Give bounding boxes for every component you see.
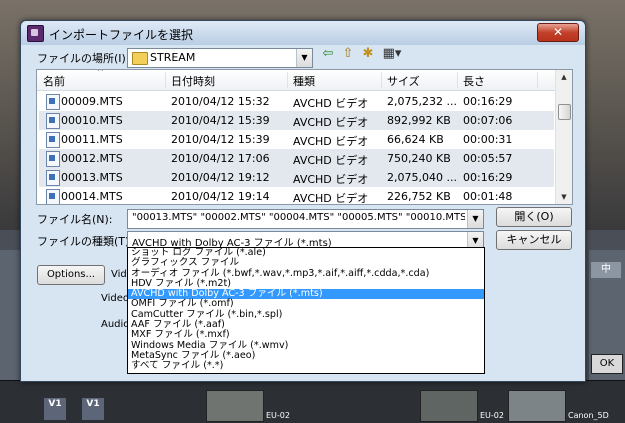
filename-label: ファイル名(N): <box>37 213 113 226</box>
video-file-icon <box>46 151 60 167</box>
column-header-date[interactable]: 日付時刻 <box>171 73 215 89</box>
vertical-scrollbar[interactable]: ▲ ▼ <box>555 70 572 204</box>
video-file-icon <box>46 189 60 204</box>
file-length: 00:00:31 <box>463 133 513 146</box>
file-size: 892,992 KB <box>387 114 451 127</box>
column-divider <box>537 72 538 88</box>
file-type: AVCHD ビデオ <box>293 154 369 167</box>
file-length: 00:16:29 <box>463 171 513 184</box>
timeline-clip-thumbnail[interactable] <box>420 390 478 422</box>
folder-icon <box>132 52 148 65</box>
file-type: AVCHD ビデオ <box>293 135 369 148</box>
filetype-option[interactable]: すべて ファイル (*.*) <box>128 360 484 371</box>
file-size: 2,075,040 ... <box>387 171 457 184</box>
file-size: 226,752 KB <box>387 190 451 203</box>
timeline-clip-thumbnail[interactable] <box>508 390 566 422</box>
table-row[interactable]: 00011.MTS 2010/04/12 15:39 AVCHD ビデオ 66,624… <box>39 130 554 149</box>
filename-value: "00013.MTS" "00002.MTS" "00004.MTS" "000… <box>132 212 465 223</box>
back-icon[interactable]: ⇦ <box>319 46 337 62</box>
scroll-up-icon[interactable]: ▲ <box>556 70 572 84</box>
file-length: 00:05:57 <box>463 152 513 165</box>
video-file-icon <box>46 113 60 129</box>
table-row[interactable]: 00009.MTS 2010/04/12 15:32 AVCHD ビデオ 2,075,… <box>39 92 554 111</box>
timeline-clip-thumbnail[interactable] <box>206 390 264 422</box>
title-bar[interactable]: インポートファイルを選択 ✕ <box>21 21 585 45</box>
file-size: 66,624 KB <box>387 133 444 146</box>
video-label-partial: Video <box>101 293 130 304</box>
file-name: 00013.MTS <box>61 171 123 184</box>
file-length: 00:01:48 <box>463 190 513 203</box>
column-divider <box>457 72 458 88</box>
column-header-size[interactable]: サイズ <box>387 73 420 89</box>
location-combo[interactable]: STREAM ▼ <box>127 48 313 68</box>
table-row[interactable]: 00013.MTS 2010/04/12 19:12 AVCHD ビデオ 2,075,… <box>39 168 554 187</box>
file-name: 00010.MTS <box>61 114 123 127</box>
file-name: 00011.MTS <box>61 133 123 146</box>
app-icon <box>27 25 44 42</box>
cancel-button[interactable]: キャンセル <box>496 230 572 250</box>
chevron-down-icon[interactable]: ▼ <box>467 210 483 228</box>
background-mid-button[interactable]: 中 <box>591 262 621 278</box>
dialog-title: インポートファイルを選択 <box>49 28 194 42</box>
column-header-type[interactable]: 種類 <box>293 73 315 89</box>
open-button[interactable]: 開く(O) <box>496 207 572 227</box>
file-date: 2010/04/12 15:39 <box>171 133 270 146</box>
options-button[interactable]: Options... <box>37 265 105 285</box>
file-length: 00:07:06 <box>463 114 513 127</box>
file-name: 00014.MTS <box>61 190 123 203</box>
track-label-v1[interactable]: V1 <box>44 398 66 420</box>
location-label: ファイルの場所(I): <box>37 52 130 65</box>
file-length: 00:16:29 <box>463 95 513 108</box>
filetype-label: ファイルの種類(T): <box>37 235 134 248</box>
file-type: AVCHD ビデオ <box>293 192 369 205</box>
table-row[interactable]: 00014.MTS 2010/04/12 19:14 AVCHD ビデオ 226,75… <box>39 187 554 205</box>
file-date: 2010/04/12 19:14 <box>171 190 270 203</box>
column-divider <box>381 72 382 88</box>
table-row[interactable]: 00010.MTS 2010/04/12 15:39 AVCHD ビデオ 892,99… <box>39 111 554 130</box>
timeline-clip-name: EU-02 <box>266 411 290 420</box>
scroll-down-icon[interactable]: ▼ <box>556 190 572 204</box>
file-date: 2010/04/12 15:32 <box>171 95 270 108</box>
background-right-panel: 中 OK <box>589 250 625 380</box>
track-label-v1-record[interactable]: V1 <box>82 398 104 420</box>
column-header-name[interactable]: 名前 <box>43 73 65 89</box>
video-file-icon <box>46 170 60 186</box>
filename-input[interactable]: "00013.MTS" "00002.MTS" "00004.MTS" "000… <box>127 209 484 229</box>
file-list[interactable]: 名前 ^ 日付時刻 種類 サイズ 長さ 00009.MTS 2010/04/12 … <box>36 69 573 205</box>
location-value: STREAM <box>150 51 196 64</box>
background-ok-button[interactable]: OK <box>591 354 623 374</box>
timeline-clip-name: Canon_5D <box>568 411 609 420</box>
chevron-down-icon[interactable]: ▼ <box>296 49 312 67</box>
list-header: 名前 ^ 日付時刻 種類 サイズ 長さ <box>37 70 556 91</box>
file-date: 2010/04/12 15:39 <box>171 114 270 127</box>
file-date: 2010/04/12 17:06 <box>171 152 270 165</box>
video-file-icon <box>46 132 60 148</box>
file-type: AVCHD ビデオ <box>293 116 369 129</box>
file-name: 00012.MTS <box>61 152 123 165</box>
file-name: 00009.MTS <box>61 95 123 108</box>
timeline-clip-name: EU-02 <box>480 411 504 420</box>
file-type: AVCHD ビデオ <box>293 97 369 110</box>
scroll-thumb[interactable] <box>558 104 571 120</box>
column-divider <box>287 72 288 88</box>
file-size: 2,075,232 ... <box>387 95 457 108</box>
video-file-icon <box>46 94 60 110</box>
table-row[interactable]: 00012.MTS 2010/04/12 17:06 AVCHD ビデオ 750,24… <box>39 149 554 168</box>
filetype-dropdown-list[interactable]: ショット ログ ファイル (*.ale) グラフィックス ファイル オーディオ ファ… <box>127 247 485 374</box>
audio-label-partial: Audio <box>101 319 130 330</box>
close-button[interactable]: ✕ <box>537 23 579 42</box>
up-folder-icon[interactable]: ⇧ <box>339 46 357 62</box>
view-menu-icon[interactable]: ▦▾ <box>379 46 405 62</box>
sort-ascending-icon: ^ <box>97 69 104 76</box>
file-type: AVCHD ビデオ <box>293 173 369 186</box>
column-divider <box>165 72 166 88</box>
column-header-length[interactable]: 長さ <box>463 73 485 89</box>
new-folder-icon[interactable]: ✱ <box>359 46 377 62</box>
file-date: 2010/04/12 19:12 <box>171 171 270 184</box>
file-size: 750,240 KB <box>387 152 451 165</box>
